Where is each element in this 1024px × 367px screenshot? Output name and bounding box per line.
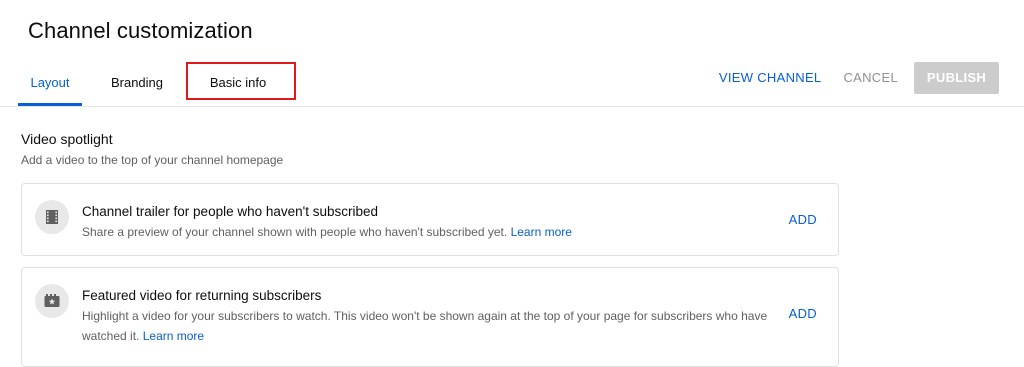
add-channel-trailer-button[interactable]: ADD [789,212,817,227]
card-title: Featured video for returning subscribers [82,288,322,303]
page-title: Channel customization [28,18,253,43]
tab-layout[interactable]: Layout [18,60,82,106]
card-title: Channel trailer for people who haven't s… [82,204,379,219]
header-divider [0,106,1024,107]
featured-video-card: Featured video for returning subscribers… [21,267,839,367]
tab-branding[interactable]: Branding [98,60,176,106]
card-description: Highlight a video for your subscribers t… [82,306,782,346]
section-description: Add a video to the top of your channel h… [21,153,284,167]
featured-video-icon [35,284,69,318]
card-description-text: Share a preview of your channel shown wi… [82,225,508,239]
film-icon [35,200,69,234]
add-featured-video-button[interactable]: ADD [789,306,817,321]
channel-trailer-card: Channel trailer for people who haven't s… [21,183,839,256]
card-description: Share a preview of your channel shown wi… [82,222,572,242]
header-actions: VIEW CHANNEL CANCEL PUBLISH [709,62,999,94]
section-title: Video spotlight [21,131,113,147]
publish-button[interactable]: PUBLISH [914,62,999,94]
basic-info-highlight-box [186,62,296,100]
learn-more-link[interactable]: Learn more [511,225,572,239]
cancel-button[interactable]: CANCEL [833,62,908,94]
view-channel-button[interactable]: VIEW CHANNEL [709,62,832,94]
learn-more-link[interactable]: Learn more [143,329,204,343]
